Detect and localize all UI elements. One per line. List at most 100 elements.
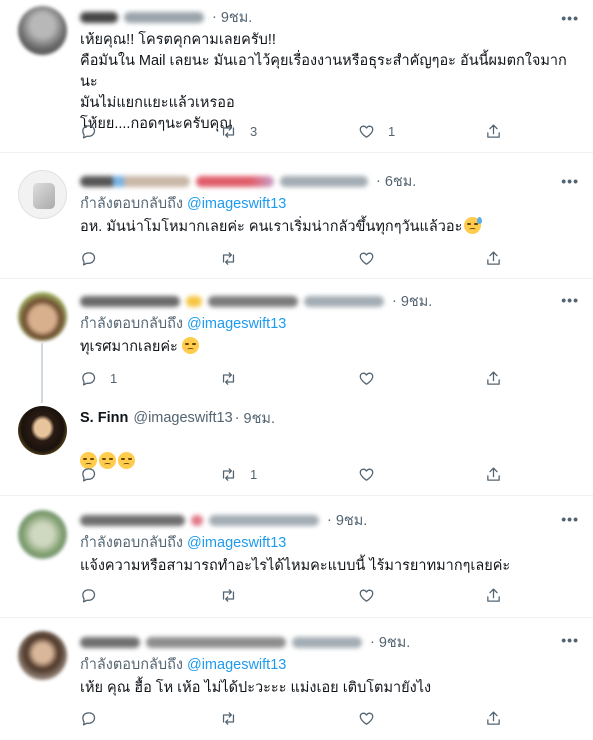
share-button[interactable]: [485, 123, 502, 140]
like-button[interactable]: [358, 587, 375, 604]
share-icon: [487, 123, 500, 138]
reply-context: กำลังตอบกลับถึง @imageswift13: [80, 312, 581, 335]
author-name-blurred[interactable]: [146, 636, 286, 648]
avatar[interactable]: [18, 6, 67, 55]
reply-context: กำลังตอบกลับถึง @imageswift13: [80, 653, 581, 676]
retweet-icon: [222, 588, 235, 602]
author-emoji-blurred: [186, 295, 202, 307]
retweet-icon: [222, 711, 235, 725]
like-count: 1: [388, 123, 396, 139]
tweet-header: S. Finn @imageswift13 · 9ชม.: [80, 408, 581, 428]
share-button[interactable]: [485, 370, 502, 387]
author-name-blurred[interactable]: [80, 175, 190, 187]
retweet-count: 1: [250, 466, 258, 482]
share-icon: [487, 587, 500, 602]
tweet-time[interactable]: 9ชม.: [244, 407, 276, 430]
reply-prefix: กำลังตอบกลับถึง: [80, 657, 183, 673]
author-emoji-blurred: [191, 514, 203, 526]
heart-icon: [359, 125, 374, 138]
tweet-header: · 6ชม.: [80, 171, 581, 191]
share-icon: [487, 466, 500, 481]
reply-context: กำลังตอบกลับถึง @imageswift13: [80, 531, 581, 554]
share-button[interactable]: [485, 710, 502, 727]
author-handle-blurred[interactable]: [124, 11, 204, 23]
author-handle-blurred[interactable]: [304, 295, 384, 307]
tweet-header: · 9ชม.: [80, 510, 581, 530]
retweet-button[interactable]: [220, 710, 237, 727]
tweet[interactable]: S. Finn @imageswift13 · 9ชม. 1: [0, 396, 593, 496]
tweet-text-body: ทุเรศมากเลยค่ะ: [80, 339, 178, 355]
author-name[interactable]: S. Finn: [80, 410, 128, 426]
share-icon: [487, 250, 500, 265]
like-button[interactable]: [358, 466, 375, 483]
tweet-text: แจ้งความหรือสามารถทำอะไรได้ไหมคะแบบนี้ ไ…: [80, 558, 511, 574]
reply-button[interactable]: [80, 123, 97, 140]
retweet-button[interactable]: 3: [220, 123, 257, 140]
avatar[interactable]: [18, 406, 67, 455]
tweet[interactable]: ••• · 9ชม. กำลังตอบกลับถึง @imageswift13…: [0, 279, 593, 403]
author-handle[interactable]: @imageswift13: [133, 410, 232, 426]
tweet-time[interactable]: 9ชม.: [379, 631, 411, 654]
avatar[interactable]: [18, 292, 67, 341]
reply-mention-link[interactable]: @imageswift13: [187, 535, 286, 551]
reply-mention-link[interactable]: @imageswift13: [187, 657, 286, 673]
tweet-header: · 9ชม.: [80, 632, 581, 652]
author-name-blurred[interactable]: [80, 11, 118, 23]
author-name-blurred[interactable]: [208, 295, 298, 307]
tweet[interactable]: ••• · 9ชม. กำลังตอบกลับถึง @imageswift13…: [0, 496, 593, 618]
tweet-time[interactable]: 9ชม.: [401, 290, 433, 313]
avatar[interactable]: [18, 631, 67, 680]
reply-button[interactable]: 1: [80, 370, 117, 387]
like-button[interactable]: 1: [358, 123, 395, 140]
author-handle-blurred[interactable]: [209, 514, 319, 526]
tweet-text: ทุเรศมากเลยค่ะ: [80, 337, 581, 358]
tweet-time[interactable]: 9ชม.: [336, 509, 368, 532]
share-button[interactable]: [485, 466, 502, 483]
heart-icon: [359, 372, 374, 385]
reply-mention-link[interactable]: @imageswift13: [187, 196, 286, 212]
tweet[interactable]: ••• · 9ชม. เห้ยคุณ!! โครตคุกคามเลยครับ!!…: [0, 0, 593, 153]
like-button[interactable]: [358, 370, 375, 387]
retweet-button[interactable]: [220, 587, 237, 604]
share-icon: [487, 370, 500, 385]
retweet-icon: [222, 124, 235, 138]
tweet-text: เห้ยคุณ!! โครตคุกคามเลยครับ!! คือมันใน M…: [80, 32, 567, 132]
reply-button[interactable]: [80, 466, 97, 483]
share-button[interactable]: [485, 587, 502, 604]
author-handle-blurred[interactable]: [292, 636, 362, 648]
author-name-blurred[interactable]: [80, 514, 185, 526]
author-name-blurred[interactable]: [80, 295, 180, 307]
retweet-icon: [222, 467, 235, 481]
reply-count: 1: [110, 370, 118, 386]
retweet-icon: [222, 371, 235, 385]
avatar[interactable]: [18, 170, 67, 219]
heart-icon: [359, 712, 374, 725]
retweet-button[interactable]: [220, 250, 237, 267]
tweet-text-body: อห. มันน่าโมโหมากเลยค่ะ คนเราเริ่มน่ากลั…: [80, 219, 463, 235]
retweet-icon: [222, 251, 235, 265]
tweet-header: · 9ชม.: [80, 7, 581, 27]
tweet-time[interactable]: 6ชม.: [385, 170, 417, 193]
share-icon: [487, 710, 500, 725]
reply-button[interactable]: [80, 587, 97, 604]
share-button[interactable]: [485, 250, 502, 267]
tweet[interactable]: ••• · 9ชม. กำลังตอบกลับถึง @imageswift13…: [0, 618, 593, 740]
author-name-blurred[interactable]: [80, 636, 140, 648]
avatar[interactable]: [18, 510, 67, 559]
like-button[interactable]: [358, 710, 375, 727]
author-handle-blurred[interactable]: [280, 175, 368, 187]
retweet-button[interactable]: [220, 370, 237, 387]
like-button[interactable]: [358, 250, 375, 267]
tweet[interactable]: ••• · 6ชม. กำลังตอบกลับถึง @imageswift13…: [0, 153, 593, 279]
reply-icon: [82, 467, 96, 482]
reply-button[interactable]: [80, 250, 97, 267]
author-emoji-blurred: [196, 175, 274, 187]
reply-icon: [82, 588, 96, 603]
retweet-button[interactable]: 1: [220, 466, 257, 483]
pensive-emoji: [181, 337, 199, 354]
reply-mention-link[interactable]: @imageswift13: [187, 316, 286, 332]
reply-icon: [82, 711, 96, 726]
reply-prefix: กำลังตอบกลับถึง: [80, 535, 183, 551]
reply-button[interactable]: [80, 710, 97, 727]
tweet-time[interactable]: 9ชม.: [221, 6, 253, 29]
